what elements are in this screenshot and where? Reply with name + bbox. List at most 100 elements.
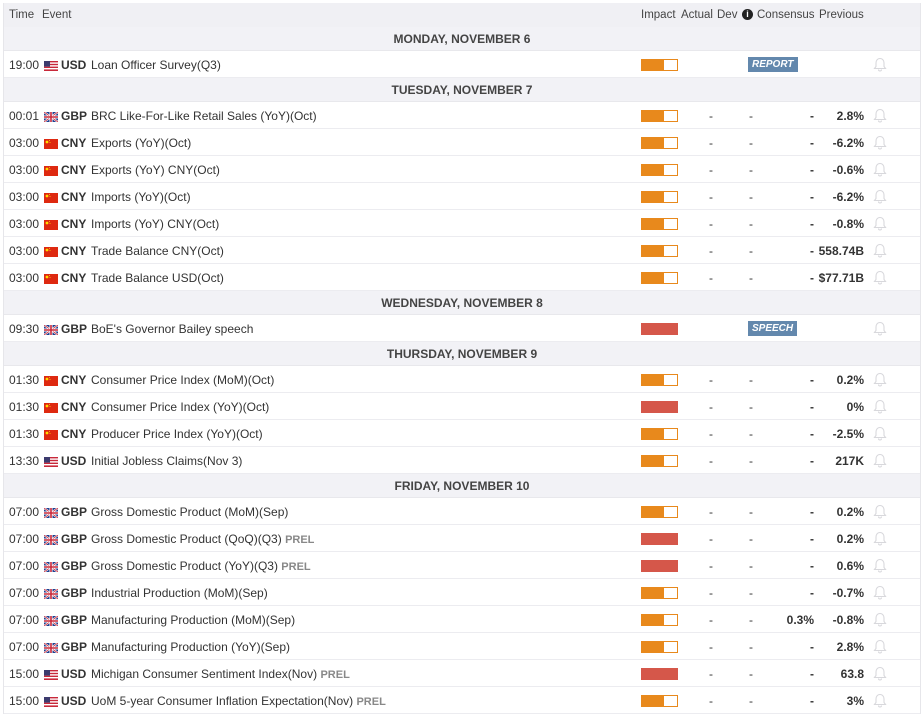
- bell-icon[interactable]: [873, 666, 887, 681]
- event-title[interactable]: Initial Jobless Claims(Nov 3): [91, 454, 242, 468]
- event-title[interactable]: BoE's Governor Bailey speech: [91, 322, 253, 336]
- bell-icon[interactable]: [873, 504, 887, 519]
- event-name[interactable]: BRC Like-For-Like Retail Sales (YoY)(Oct…: [91, 109, 317, 123]
- event-title[interactable]: Imports (YoY)(Oct): [91, 190, 191, 204]
- event-name[interactable]: Initial Jobless Claims(Nov 3): [91, 454, 242, 468]
- bell-icon[interactable]: [873, 108, 887, 123]
- event-name[interactable]: Imports (YoY) CNY(Oct): [91, 217, 219, 231]
- table-row[interactable]: 01:30 CNY Consumer Price Index (MoM)(Oct…: [4, 366, 920, 393]
- table-row[interactable]: 03:00 CNY Trade Balance USD(Oct) - - - $…: [4, 264, 920, 291]
- event-title[interactable]: Gross Domestic Product (QoQ)(Q3): [91, 532, 282, 546]
- table-row[interactable]: 07:00 GBP Manufacturing Production (MoM)…: [4, 606, 920, 633]
- event-title[interactable]: Loan Officer Survey(Q3): [91, 58, 221, 72]
- event-name[interactable]: Manufacturing Production (YoY)(Sep): [91, 640, 290, 654]
- table-row[interactable]: 15:00 USD Michigan Consumer Sentiment In…: [4, 660, 920, 687]
- bell-icon[interactable]: [873, 321, 887, 336]
- table-row[interactable]: 07:00 GBP Gross Domestic Product (MoM)(S…: [4, 498, 920, 525]
- currency: CNY: [61, 427, 87, 441]
- event-title[interactable]: Producer Price Index (YoY)(Oct): [91, 427, 263, 441]
- event-title[interactable]: Manufacturing Production (MoM)(Sep): [91, 613, 295, 627]
- bell-icon[interactable]: [873, 189, 887, 204]
- table-row[interactable]: 03:00 CNY Exports (YoY)(Oct) - - - -6.2%: [4, 129, 920, 156]
- bell-icon[interactable]: [873, 216, 887, 231]
- col-impact[interactable]: Impact: [641, 9, 676, 21]
- event-title[interactable]: Consumer Price Index (YoY)(Oct): [91, 400, 269, 414]
- actual-value: -: [709, 163, 713, 177]
- event-time: 09:30: [9, 322, 40, 336]
- table-row[interactable]: 07:00 GBP Manufacturing Production (YoY)…: [4, 633, 920, 660]
- event-name[interactable]: Loan Officer Survey(Q3): [91, 58, 221, 72]
- col-previous[interactable]: Previous: [819, 9, 864, 21]
- flag-gbp-icon: [43, 615, 59, 627]
- consensus-value: -: [810, 505, 814, 519]
- event-name[interactable]: Trade Balance CNY(Oct): [91, 244, 224, 258]
- event-name[interactable]: BoE's Governor Bailey speech: [91, 322, 253, 336]
- event-title[interactable]: Industrial Production (MoM)(Sep): [91, 586, 268, 600]
- event-title[interactable]: UoM 5-year Consumer Inflation Expectatio…: [91, 694, 353, 708]
- col-actual[interactable]: Actual: [681, 9, 713, 21]
- info-icon[interactable]: i: [742, 9, 753, 20]
- event-title[interactable]: Michigan Consumer Sentiment Index(Nov): [91, 667, 317, 681]
- bell-icon[interactable]: [873, 270, 887, 285]
- bell-icon[interactable]: [873, 453, 887, 468]
- bell-icon[interactable]: [873, 558, 887, 573]
- col-consensus[interactable]: Consensus: [757, 9, 815, 21]
- event-name[interactable]: Gross Domestic Product (QoQ)(Q3) PREL: [91, 532, 314, 546]
- table-row[interactable]: 03:00 CNY Trade Balance CNY(Oct) - - - 5…: [4, 237, 920, 264]
- bell-icon[interactable]: [873, 243, 887, 258]
- event-name[interactable]: UoM 5-year Consumer Inflation Expectatio…: [91, 694, 386, 708]
- bell-icon[interactable]: [873, 612, 887, 627]
- table-row[interactable]: 03:00 CNY Imports (YoY) CNY(Oct) - - - -…: [4, 210, 920, 237]
- table-row[interactable]: 15:00 USD UoM 5-year Consumer Inflation …: [4, 687, 920, 714]
- event-name[interactable]: Gross Domestic Product (MoM)(Sep): [91, 505, 288, 519]
- col-dev[interactable]: Dev: [717, 9, 737, 21]
- economic-calendar-table: Time Event Impact Actual Dev i Consensus…: [3, 3, 921, 714]
- bell-icon[interactable]: [873, 585, 887, 600]
- bell-icon[interactable]: [873, 693, 887, 708]
- table-row[interactable]: 03:00 CNY Imports (YoY)(Oct) - - - -6.2%: [4, 183, 920, 210]
- event-name[interactable]: Producer Price Index (YoY)(Oct): [91, 427, 263, 441]
- bell-icon[interactable]: [873, 531, 887, 546]
- event-name[interactable]: Industrial Production (MoM)(Sep): [91, 586, 268, 600]
- table-row[interactable]: 13:30 USD Initial Jobless Claims(Nov 3) …: [4, 447, 920, 474]
- event-title[interactable]: Gross Domestic Product (MoM)(Sep): [91, 505, 288, 519]
- dev-value: -: [749, 667, 753, 681]
- bell-icon[interactable]: [873, 372, 887, 387]
- event-name[interactable]: Manufacturing Production (MoM)(Sep): [91, 613, 295, 627]
- event-title[interactable]: Exports (YoY)(Oct): [91, 136, 191, 150]
- table-row[interactable]: 07:00 GBP Gross Domestic Product (YoY)(Q…: [4, 552, 920, 579]
- event-title[interactable]: Trade Balance USD(Oct): [91, 271, 224, 285]
- event-name[interactable]: Gross Domestic Product (YoY)(Q3) PREL: [91, 559, 311, 573]
- event-title[interactable]: Manufacturing Production (YoY)(Sep): [91, 640, 290, 654]
- event-title[interactable]: Imports (YoY) CNY(Oct): [91, 217, 219, 231]
- table-row[interactable]: 03:00 CNY Exports (YoY) CNY(Oct) - - - -…: [4, 156, 920, 183]
- bell-icon[interactable]: [873, 135, 887, 150]
- table-row[interactable]: 07:00 GBP Industrial Production (MoM)(Se…: [4, 579, 920, 606]
- speech-badge[interactable]: SPEECH: [748, 321, 798, 336]
- bell-icon[interactable]: [873, 639, 887, 654]
- event-title[interactable]: Consumer Price Index (MoM)(Oct): [91, 373, 274, 387]
- event-name[interactable]: Exports (YoY)(Oct): [91, 136, 191, 150]
- event-name[interactable]: Consumer Price Index (YoY)(Oct): [91, 400, 269, 414]
- bell-icon[interactable]: [873, 426, 887, 441]
- event-name[interactable]: Consumer Price Index (MoM)(Oct): [91, 373, 274, 387]
- bell-icon[interactable]: [873, 57, 887, 72]
- bell-icon[interactable]: [873, 162, 887, 177]
- table-row[interactable]: 01:30 CNY Consumer Price Index (YoY)(Oct…: [4, 393, 920, 420]
- impact-medium-indicator: [641, 137, 678, 149]
- table-row[interactable]: 01:30 CNY Producer Price Index (YoY)(Oct…: [4, 420, 920, 447]
- event-title[interactable]: Trade Balance CNY(Oct): [91, 244, 224, 258]
- report-badge[interactable]: REPORT: [748, 57, 798, 72]
- event-name[interactable]: Michigan Consumer Sentiment Index(Nov) P…: [91, 667, 350, 681]
- bell-icon[interactable]: [873, 399, 887, 414]
- event-name[interactable]: Trade Balance USD(Oct): [91, 271, 224, 285]
- event-title[interactable]: Exports (YoY) CNY(Oct): [91, 163, 220, 177]
- table-row[interactable]: 00:01 GBP BRC Like-For-Like Retail Sales…: [4, 102, 920, 129]
- table-row[interactable]: 09:30 GBP BoE's Governor Bailey speech S…: [4, 315, 920, 342]
- event-title[interactable]: Gross Domestic Product (YoY)(Q3): [91, 559, 278, 573]
- event-name[interactable]: Exports (YoY) CNY(Oct): [91, 163, 220, 177]
- event-title[interactable]: BRC Like-For-Like Retail Sales (YoY)(Oct…: [91, 109, 317, 123]
- table-row[interactable]: 19:00 USD Loan Officer Survey(Q3) REPORT: [4, 51, 920, 78]
- event-name[interactable]: Imports (YoY)(Oct): [91, 190, 191, 204]
- table-row[interactable]: 07:00 GBP Gross Domestic Product (QoQ)(Q…: [4, 525, 920, 552]
